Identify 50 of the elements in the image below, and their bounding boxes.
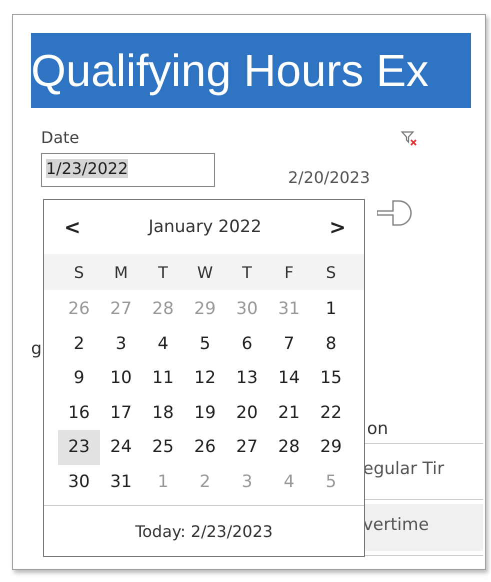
- calendar-day[interactable]: 11: [142, 361, 184, 396]
- slider-handle[interactable]: [377, 200, 413, 226]
- calendar-day[interactable]: 28: [268, 430, 310, 464]
- calendar-day[interactable]: 5: [184, 326, 226, 361]
- weekday-label: W: [196, 262, 214, 282]
- calendar-day[interactable]: 12: [184, 361, 226, 396]
- month-title: January 2022: [148, 217, 262, 237]
- calendar-day[interactable]: 21: [268, 396, 310, 430]
- calendar-day[interactable]: 3: [100, 326, 142, 361]
- calendar-day[interactable]: 15: [310, 361, 352, 396]
- calendar-day[interactable]: 29: [310, 430, 352, 464]
- calendar-day[interactable]: 13: [226, 361, 268, 396]
- weekday-label: S: [324, 262, 338, 282]
- calendar-day[interactable]: 6: [226, 326, 268, 361]
- calendar-day[interactable]: 19: [184, 396, 226, 430]
- calendar-day[interactable]: 27: [226, 430, 268, 464]
- calendar-day[interactable]: 25: [142, 430, 184, 464]
- calendar-day[interactable]: 18: [142, 396, 184, 430]
- column-header: on: [367, 419, 388, 439]
- calendar-day[interactable]: 16: [58, 396, 100, 430]
- calendar-day[interactable]: 17: [100, 396, 142, 430]
- calendar-day[interactable]: 30: [58, 464, 100, 499]
- clear-filter-icon[interactable]: [401, 130, 417, 146]
- calendar-day[interactable]: 14: [268, 361, 310, 396]
- today-button[interactable]: Today: 2/23/2023: [129, 520, 279, 542]
- weekday-label: T: [157, 262, 169, 282]
- calendar-day[interactable]: 31: [100, 464, 142, 499]
- weekday-label: S: [72, 262, 86, 282]
- previous-month-button[interactable]: <: [58, 215, 87, 239]
- calendar-day[interactable]: 26: [184, 430, 226, 464]
- calendar-day[interactable]: 22: [310, 396, 352, 430]
- weekday-label: F: [283, 262, 295, 282]
- calendar-day[interactable]: 9: [58, 361, 100, 396]
- partial-label: g: [31, 339, 43, 361]
- end-date-value: 2/20/2023: [288, 168, 370, 187]
- calendar-day[interactable]: 1: [310, 292, 352, 326]
- calendar-day[interactable]: 4: [142, 326, 184, 361]
- calendar-day[interactable]: 8: [310, 326, 352, 361]
- dashboard-title: Qualifying Hours Ex: [31, 33, 471, 108]
- calendar-day[interactable]: 10: [100, 361, 142, 396]
- next-month-button[interactable]: >: [323, 215, 352, 239]
- weekday-label: M: [113, 262, 129, 282]
- calendar-day[interactable]: 20: [226, 396, 268, 430]
- calendar-day[interactable]: 2: [58, 326, 100, 361]
- calendar-day[interactable]: 7: [268, 326, 310, 361]
- weekday-label: T: [241, 262, 253, 282]
- date-input[interactable]: 1/23/2022: [41, 153, 215, 187]
- calendar-day[interactable]: 23: [58, 430, 100, 464]
- calendar-day[interactable]: 24: [100, 430, 142, 464]
- filter-label: Date: [41, 128, 80, 147]
